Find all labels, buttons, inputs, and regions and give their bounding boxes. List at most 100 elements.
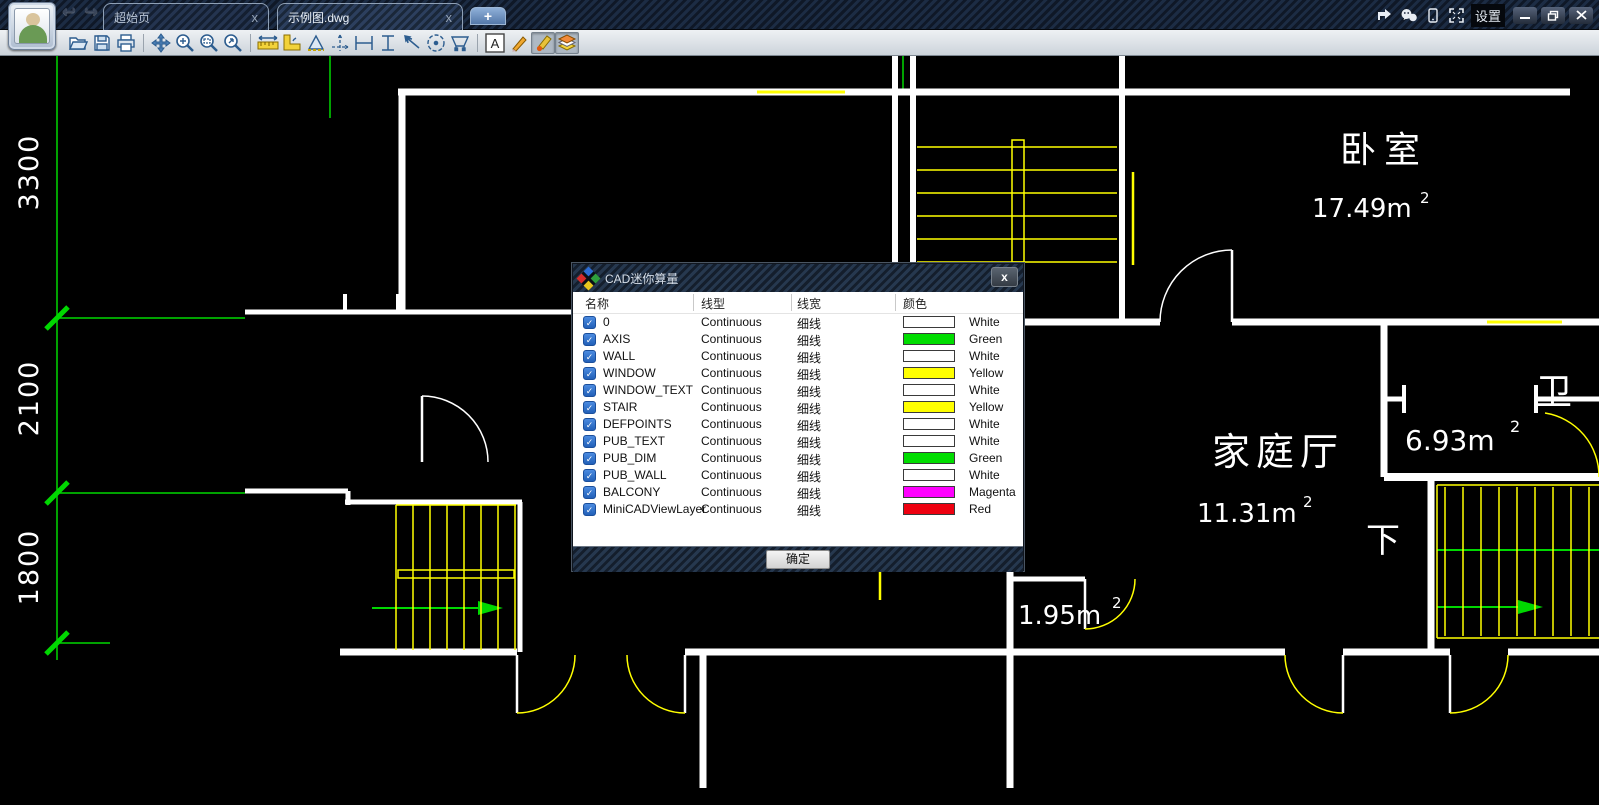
layer-checkbox[interactable]: ✓	[583, 435, 596, 448]
layer-checkbox[interactable]: ✓	[583, 384, 596, 397]
layer-color-name: White	[969, 434, 1000, 448]
layer-checkbox[interactable]: ✓	[583, 503, 596, 516]
dim-label-2100: 2100	[14, 360, 45, 437]
dimension-horizontal-button[interactable]	[352, 32, 376, 54]
layer-checkbox[interactable]: ✓	[583, 418, 596, 431]
layer-lineweight: 细线	[797, 383, 821, 400]
layer-name: BALCONY	[603, 485, 660, 499]
layer-lineweight: 细线	[797, 332, 821, 349]
column-color: 颜色	[903, 295, 927, 312]
layers-dialog: CAD迷你算量 x 名称 线型 线宽 颜色 ✓ 0 Continuous 细线 …	[572, 263, 1024, 571]
fullscreen-icon[interactable]	[1445, 4, 1469, 26]
layer-row[interactable]: ✓ BALCONY Continuous 细线 Magenta	[573, 484, 1023, 501]
measure-volume-button[interactable]	[448, 32, 472, 54]
minimize-button[interactable]	[1513, 7, 1537, 24]
ok-button[interactable]: 确定	[766, 550, 830, 569]
dialog-close-icon[interactable]: x	[991, 267, 1018, 287]
layer-color-swatch	[903, 503, 955, 515]
layer-checkbox[interactable]: ✓	[583, 367, 596, 380]
layer-row[interactable]: ✓ WALL Continuous 细线 White	[573, 348, 1023, 365]
layer-row[interactable]: ✓ 0 Continuous 细线 White	[573, 314, 1023, 331]
save-button[interactable]	[90, 32, 114, 54]
layer-color-swatch	[903, 333, 955, 345]
layer-lineweight: 细线	[797, 400, 821, 417]
layer-row[interactable]: ✓ MiniCADViewLayer Continuous 细线 Red	[573, 501, 1023, 518]
tab-close-icon[interactable]: x	[252, 10, 259, 25]
measure-area-button[interactable]	[304, 32, 328, 54]
room-label-bedroom: 卧室	[1340, 130, 1428, 171]
sup-2: 2	[1420, 189, 1430, 207]
pan-tool-button[interactable]	[149, 32, 173, 54]
layer-linetype: Continuous	[701, 366, 762, 380]
layer-color-name: White	[969, 417, 1000, 431]
wechat-icon[interactable]	[1397, 4, 1421, 26]
layer-row[interactable]: ✓ WINDOW_TEXT Continuous 细线 White	[573, 382, 1023, 399]
tab-close-icon[interactable]: x	[446, 10, 453, 25]
dialog-footer: 确定	[573, 546, 1023, 572]
layer-name: 0	[603, 315, 610, 329]
zoom-in-out-button[interactable]	[173, 32, 197, 54]
layer-lineweight: 细线	[797, 434, 821, 451]
layer-color-swatch	[903, 435, 955, 447]
layer-checkbox[interactable]: ✓	[583, 333, 596, 346]
zoom-window-button[interactable]	[197, 32, 221, 54]
layer-checkbox[interactable]: ✓	[583, 350, 596, 363]
tab-drawing[interactable]: 示例图.dwg x	[277, 3, 463, 30]
back-icon[interactable]: ↩	[58, 2, 80, 22]
layer-row[interactable]: ✓ AXIS Continuous 细线 Green	[573, 331, 1023, 348]
layer-row[interactable]: ✓ PUB_TEXT Continuous 细线 White	[573, 433, 1023, 450]
mobile-icon[interactable]	[1421, 4, 1445, 26]
layer-checkbox[interactable]: ✓	[583, 486, 596, 499]
measure-coordinate-button[interactable]	[328, 32, 352, 54]
close-button[interactable]	[1569, 7, 1593, 24]
layer-color-swatch	[903, 350, 955, 362]
layer-linetype: Continuous	[701, 434, 762, 448]
layer-row[interactable]: ✓ WINDOW Continuous 细线 Yellow	[573, 365, 1023, 382]
new-tab-button[interactable]: +	[470, 7, 506, 25]
layer-list-header: 名称 线型 线宽 颜色	[573, 292, 1023, 314]
restore-button[interactable]	[1541, 7, 1565, 24]
room-area-bedroom: 17.49m	[1312, 194, 1412, 224]
layer-row[interactable]: ✓ DEFPOINTS Continuous 细线 White	[573, 416, 1023, 433]
tab-start-page[interactable]: 超始页 x	[103, 3, 269, 30]
text-tool-button[interactable]: A	[483, 32, 507, 54]
layer-name: PUB_WALL	[603, 468, 667, 482]
layer-checkbox[interactable]: ✓	[583, 452, 596, 465]
layer-name: WINDOW_TEXT	[603, 383, 693, 397]
measure-circle-button[interactable]	[424, 32, 448, 54]
forward-icon[interactable]: ↪	[80, 2, 102, 22]
dialog-titlebar[interactable]: CAD迷你算量 x	[573, 264, 1023, 292]
user-avatar[interactable]	[8, 2, 56, 50]
layer-checkbox[interactable]: ✓	[583, 316, 596, 329]
open-file-button[interactable]	[66, 32, 90, 54]
layer-color-swatch	[903, 316, 955, 328]
dim-label-1800: 1800	[14, 529, 45, 606]
dimension-vertical-button[interactable]	[376, 32, 400, 54]
layer-checkbox[interactable]: ✓	[583, 469, 596, 482]
layer-color-name: Yellow	[969, 400, 1003, 414]
layer-linetype: Continuous	[701, 349, 762, 363]
print-button[interactable]	[114, 32, 138, 54]
layer-row[interactable]: ✓ STAIR Continuous 细线 Yellow	[573, 399, 1023, 416]
pencil-tool-button[interactable]	[507, 32, 531, 54]
layer-checkbox[interactable]: ✓	[583, 401, 596, 414]
zoom-extents-button[interactable]	[221, 32, 245, 54]
settings-button[interactable]: 设置	[1471, 4, 1505, 27]
layer-row[interactable]: ✓ PUB_DIM Continuous 细线 Green	[573, 450, 1023, 467]
layer-color-swatch	[903, 469, 955, 481]
dialog-title: CAD迷你算量	[605, 270, 678, 287]
dim-label-3300: 3300	[14, 134, 45, 211]
measure-angle-button[interactable]	[280, 32, 304, 54]
sup-2: 2	[1510, 417, 1520, 436]
measure-length-button[interactable]	[256, 32, 280, 54]
share-icon[interactable]	[1373, 4, 1397, 26]
layers-button[interactable]	[555, 32, 579, 54]
layer-row[interactable]: ✓ PUB_WALL Continuous 细线 White	[573, 467, 1023, 484]
layer-linetype: Continuous	[701, 502, 762, 516]
layer-color-name: White	[969, 468, 1000, 482]
sup-2: 2	[1303, 493, 1313, 511]
layer-color-swatch	[903, 452, 955, 464]
marker-tool-button[interactable]	[531, 32, 555, 54]
leader-arrow-button[interactable]	[400, 32, 424, 54]
layer-color-name: Magenta	[969, 485, 1016, 499]
